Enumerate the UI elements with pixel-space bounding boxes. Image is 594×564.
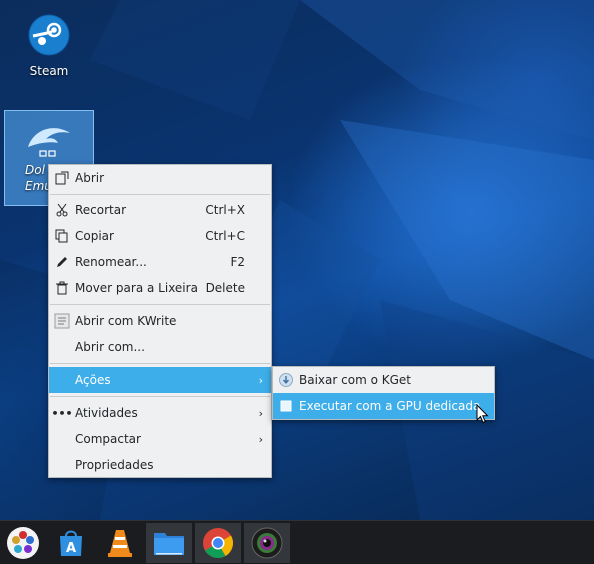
menu-separator: [50, 304, 270, 305]
context-menu: Abrir Recortar Ctrl+X Copiar Ctrl+C Reno…: [48, 164, 272, 478]
mouse-cursor-icon: [476, 404, 489, 424]
taskbar-file-manager-button[interactable]: [146, 523, 192, 563]
taskbar-vlc-button[interactable]: [97, 523, 143, 563]
vlc-icon: [108, 530, 132, 557]
menu-item-label: Executar com a GPU dedicada: [299, 399, 481, 413]
menu-separator: [50, 363, 270, 364]
menu-item-label: Compactar: [75, 432, 141, 446]
menu-item-propriedades[interactable]: Propriedades: [49, 452, 271, 478]
actions-submenu: Baixar com o KGet Executar com a GPU ded…: [272, 366, 495, 420]
menu-item-shortcut: Ctrl+X: [205, 203, 245, 217]
desktop-icon-label: Steam: [29, 64, 69, 78]
kwrite-icon: [54, 313, 70, 329]
menu-item-shortcut: F2: [230, 255, 245, 269]
menu-item-abrir[interactable]: Abrir: [49, 165, 271, 191]
dolphin-icon: [28, 128, 70, 157]
menu-separator: [50, 396, 270, 397]
launcher-icon: [7, 527, 39, 559]
folder-icon: [154, 533, 184, 555]
submenu-item-kget[interactable]: Baixar com o KGet: [273, 367, 494, 393]
copy-icon: [54, 228, 70, 244]
menu-item-abrir-kwrite[interactable]: Abrir com KWrite: [49, 308, 271, 334]
open-icon: [54, 170, 70, 186]
menu-item-label: Mover para a Lixeira: [75, 281, 198, 295]
menu-item-label: Renomear...: [75, 255, 147, 269]
chevron-right-icon: ›: [258, 373, 263, 387]
menu-item-atividades[interactable]: ••• Atividades ›: [49, 400, 271, 426]
menu-item-label: Abrir com...: [75, 340, 145, 354]
svg-text:A: A: [66, 541, 76, 556]
steam-icon: [28, 14, 70, 56]
menu-item-copiar[interactable]: Copiar Ctrl+C: [49, 223, 271, 249]
menu-item-shortcut: Ctrl+C: [205, 229, 245, 243]
menu-item-label: Atividades: [75, 406, 138, 420]
menu-separator: [50, 194, 270, 195]
scissors-icon: [54, 202, 70, 218]
taskbar-webcam-button[interactable]: [244, 523, 290, 563]
chevron-right-icon: ›: [258, 432, 263, 446]
menu-item-compactar[interactable]: Compactar ›: [49, 426, 271, 452]
taskbar: A: [0, 520, 594, 564]
chrome-icon: [203, 528, 234, 559]
taskbar-launcher-button[interactable]: [0, 523, 46, 563]
trash-icon: [54, 280, 70, 296]
ellipsis-icon: •••: [51, 406, 73, 420]
menu-item-label: Baixar com o KGet: [299, 373, 411, 387]
menu-item-acoes[interactable]: Ações ›: [49, 367, 271, 393]
menu-item-label: Abrir com KWrite: [75, 314, 177, 328]
menu-item-label: Propriedades: [75, 458, 154, 472]
taskbar-chrome-button[interactable]: [195, 523, 241, 563]
menu-item-recortar[interactable]: Recortar Ctrl+X: [49, 197, 271, 223]
menu-item-label: Ações: [75, 373, 111, 387]
menu-item-mover-lixeira[interactable]: Mover para a Lixeira Delete: [49, 275, 271, 301]
submenu-item-gpu[interactable]: Executar com a GPU dedicada: [273, 393, 494, 419]
menu-item-renomear[interactable]: Renomear... F2: [49, 249, 271, 275]
menu-item-shortcut: Delete: [205, 281, 245, 295]
kget-icon: [278, 372, 294, 388]
camera-icon: [251, 527, 283, 559]
menu-item-label: Copiar: [75, 229, 114, 243]
menu-item-abrir-com[interactable]: Abrir com...: [49, 334, 271, 360]
menu-item-label: Recortar: [75, 203, 127, 217]
store-icon: A: [60, 530, 82, 556]
menu-item-label: Abrir: [75, 171, 105, 185]
gpu-icon: [278, 398, 294, 414]
taskbar-discover-button[interactable]: A: [48, 523, 94, 563]
chevron-right-icon: ›: [258, 406, 263, 420]
desktop-icon-steam[interactable]: Steam: [4, 10, 94, 90]
pencil-icon: [54, 254, 70, 270]
